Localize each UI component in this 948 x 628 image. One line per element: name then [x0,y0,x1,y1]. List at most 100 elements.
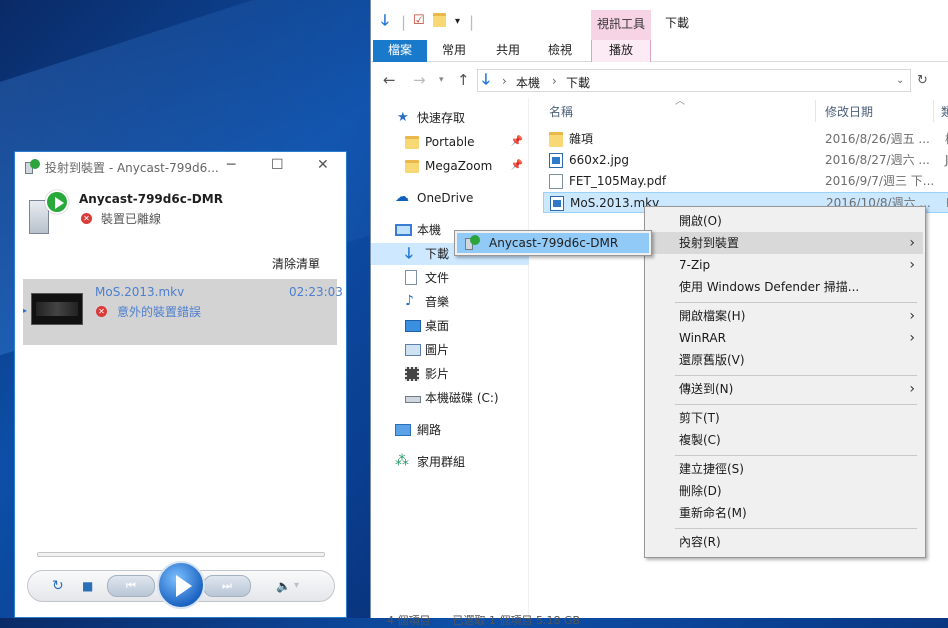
file-date: 2016/9/7/週三 下... [825,174,935,188]
pin-icon[interactable]: 📌 [511,131,523,153]
column-header-name[interactable]: 名稱 [549,102,573,122]
tab-file[interactable]: 檔案 [373,40,427,62]
nav-quick-access[interactable]: ★ 快速存取 [371,107,529,129]
nav-label: 文件 [425,271,450,285]
chevron-right-icon: › [909,257,915,273]
file-row[interactable]: FET_105May.pdf 2016/9/7/週三 下... [543,171,948,192]
back-icon[interactable]: ← [383,71,396,89]
divider: | [469,13,475,31]
down-arrow-icon[interactable]: 🡓 [381,13,389,28]
volume-dropdown-icon[interactable]: ▾ [294,580,299,591]
menu-label: 投射到裝置 [679,236,740,250]
volume-icon[interactable]: 🔈 [276,579,291,593]
file-name: 雜項 [569,132,594,146]
play-to-icon [23,159,40,175]
clear-list-link[interactable]: 清除清單 [272,255,320,272]
column-header-type[interactable]: 類 [941,102,948,122]
menu-item-open[interactable]: 開啟(O) [647,210,923,232]
nav-label: 本機磁碟 (C:) [425,391,499,405]
new-folder-icon[interactable] [433,13,446,28]
nav-network[interactable]: 網路 [371,419,529,441]
nav-desktop[interactable]: 桌面 [371,315,529,337]
chevron-right-icon: › [909,235,915,251]
menu-item-delete[interactable]: 刪除(D) [647,480,923,502]
nav-local-disk[interactable]: 本機磁碟 (C:) [371,387,529,409]
file-row[interactable]: 雜項 2016/8/26/週五 ... 檔 [543,129,948,150]
column-header-modified[interactable]: 修改日期 [825,102,873,122]
nav-pictures[interactable]: 圖片 [371,339,529,361]
nav-onedrive[interactable]: ☁ OneDrive [371,187,529,209]
previous-button[interactable]: ⏮ [107,575,155,597]
queue-item-error: 意外的裝置錯誤 [117,305,202,319]
tab-home[interactable]: 常用 [433,40,475,62]
menu-item-cast-to-device[interactable]: 投射到裝置 › [647,232,923,254]
video-tools-tab-group: 視訊工具 [591,10,651,40]
chevron-right-icon[interactable]: › [502,74,507,88]
column-separator[interactable] [815,100,816,122]
nav-videos[interactable]: 影片 [371,363,529,385]
menu-item-rename[interactable]: 重新命名(M) [647,502,923,524]
tab-share[interactable]: 共用 [487,40,529,62]
nav-portable[interactable]: Portable 📌 [371,131,529,153]
menu-item-winrar[interactable]: WinRAR › [647,327,923,349]
queue-item[interactable]: ▸ MoS.2013.mkv 02:23:03 ✕ 意外的裝置錯誤 [23,279,343,345]
file-row[interactable]: 660x2.jpg 2016/8/27/週六 ... J [543,150,948,171]
chevron-right-icon[interactable]: › [552,74,557,88]
menu-item-copy[interactable]: 複製(C) [647,429,923,451]
file-name: FET_105May.pdf [569,174,667,188]
menu-item-7zip[interactable]: 7-Zip › [647,254,923,276]
stop-icon[interactable]: ■ [82,579,93,593]
minimize-icon[interactable]: ─ [227,157,235,173]
folder-icon [405,160,419,173]
nav-megazoom[interactable]: MegaZoom 📌 [371,155,529,177]
drive-icon [405,396,421,403]
nav-music[interactable]: ♪ 音樂 [371,291,529,313]
menu-item-restore-previous[interactable]: 還原舊版(V) [647,349,923,371]
menu-item-defender-scan[interactable]: 使用 Windows Defender 掃描... [647,276,923,298]
pin-icon[interactable]: 📌 [511,155,523,177]
menu-label: 刪除(D) [679,484,722,498]
file-name: 660x2.jpg [569,153,630,167]
menu-item-open-with[interactable]: 開啟檔案(H) › [647,305,923,327]
properties-icon[interactable]: ☑ [413,13,425,28]
nav-label: 桌面 [425,319,450,333]
downloads-icon: 🡓 [405,244,413,262]
close-icon[interactable]: ✕ [317,157,329,173]
breadcrumb-downloads[interactable]: 下載 [566,74,590,91]
column-separator[interactable] [933,100,934,122]
ribbon-tabs: 檔案 常用 共用 檢視 播放 [371,40,948,62]
repeat-icon[interactable]: ↻ [52,578,64,594]
menu-label: 使用 Windows Defender 掃描... [679,280,860,294]
cast-submenu: Anycast-799d6c-DMR [454,230,652,256]
submenu-item-device[interactable]: Anycast-799d6c-DMR [457,233,649,253]
breadcrumb-this-pc[interactable]: 本機 [516,74,540,91]
recent-dropdown-icon[interactable]: ▾ [439,75,444,85]
chevron-right-icon: › [909,308,915,324]
nav-documents[interactable]: 文件 [371,267,529,289]
address-dropdown-icon[interactable]: ⌄ [896,75,904,86]
forward-icon[interactable]: → [413,71,426,89]
play-to-titlebar: 投射到裝置 - Anycast-799d6... ─ ☐ ✕ [15,152,346,182]
qat-dropdown-icon[interactable]: ▾ [455,16,460,27]
menu-item-cut[interactable]: 剪下(T) [647,407,923,429]
play-button[interactable] [157,561,205,609]
next-button[interactable]: ⏭ [203,575,251,597]
menu-item-properties[interactable]: 內容(R) [647,531,923,553]
menu-label: 剪下(T) [679,411,720,425]
nav-label: 圖片 [425,343,450,357]
seek-bar[interactable] [37,552,325,557]
homegroup-icon: ⁂ [395,453,409,469]
address-bar[interactable]: 🡓 › 本機 › 下載 ⌄ [477,69,911,92]
menu-item-create-shortcut[interactable]: 建立捷徑(S) [647,458,923,480]
up-icon[interactable]: ↑ [457,71,470,89]
tab-play[interactable]: 播放 [591,40,651,62]
refresh-icon[interactable]: ↻ [917,73,928,88]
network-icon [395,424,411,436]
tab-view[interactable]: 檢視 [539,40,581,62]
file-date: 2016/8/26/週五 ... [825,132,930,146]
nav-label: 本機 [417,223,442,237]
nav-homegroup[interactable]: ⁂ 家用群組 [371,451,529,473]
maximize-icon[interactable]: ☐ [271,157,284,173]
menu-item-send-to[interactable]: 傳送到(N) › [647,378,923,400]
folder-icon [549,132,563,147]
